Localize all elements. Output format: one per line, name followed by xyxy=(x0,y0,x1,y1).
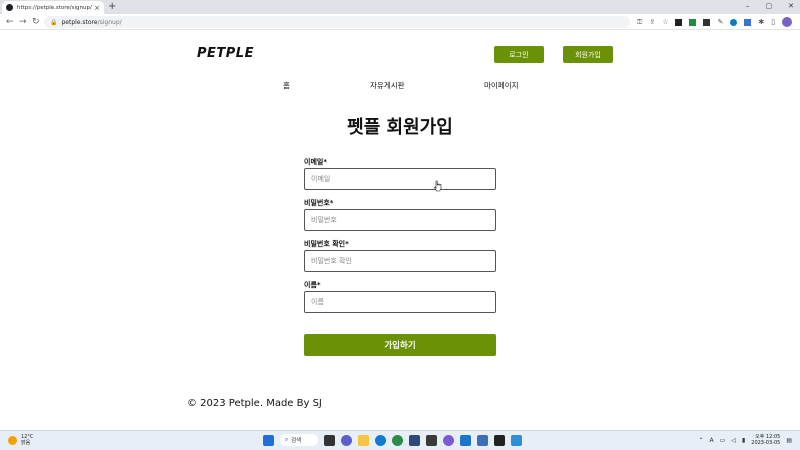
extension-icon[interactable] xyxy=(744,18,752,26)
weather-widget[interactable]: 12°C 맑음 xyxy=(8,434,33,446)
browser-tab[interactable]: https://petple.store/signup/ × xyxy=(2,1,104,14)
taskbar-search-label: 검색 xyxy=(291,438,302,444)
name-label: 이름* xyxy=(304,281,321,289)
site-logo[interactable]: PETPLE xyxy=(197,46,254,61)
key-icon[interactable]: ⚿ xyxy=(637,16,642,28)
browser-toolbar: ← → ↻ 🔒 petple.store/signup/ ⚿ ⇪ ☆ ✎ ✱ ▯… xyxy=(0,14,800,30)
page-title: 펫플 회원가입 xyxy=(347,117,453,138)
notification-icon[interactable]: ▤ xyxy=(786,437,792,444)
nav-home[interactable]: 홈 xyxy=(283,80,290,91)
store-icon[interactable] xyxy=(409,434,420,446)
messenger-icon[interactable] xyxy=(443,434,454,446)
extensions-bar: ⚿ ⇪ ☆ ✎ ✱ ▯ ⋮ xyxy=(637,16,800,28)
profile-avatar[interactable] xyxy=(782,17,793,27)
nav-free-board[interactable]: 자유게시판 xyxy=(370,80,405,91)
forward-icon[interactable]: → xyxy=(19,15,27,29)
volume-icon[interactable]: ◁ xyxy=(731,437,736,444)
lock-icon: 🔒 xyxy=(50,18,58,26)
back-icon[interactable]: ← xyxy=(6,15,14,29)
close-window-button[interactable]: ✕ xyxy=(788,0,794,13)
extension-icon[interactable] xyxy=(675,18,683,26)
app-icon[interactable] xyxy=(426,434,437,446)
submit-signup-button[interactable]: 가입하기 xyxy=(304,334,496,356)
minimize-button[interactable]: – xyxy=(746,0,750,13)
tab-title: https://petple.store/signup/ xyxy=(17,4,92,11)
os-taskbar: 12°C 맑음 ⌕ 검색 ⌃ A ▭ ◁ ▮ 오후 12:05 2023-03-… xyxy=(0,430,800,450)
bookmark-star-icon[interactable]: ☆ xyxy=(662,16,668,28)
extension-icon[interactable] xyxy=(703,18,711,26)
eyedropper-icon[interactable]: ✎ xyxy=(717,16,723,28)
terminal-icon[interactable] xyxy=(494,434,505,446)
edge-icon[interactable] xyxy=(375,434,386,446)
battery-icon[interactable]: ▮ xyxy=(742,437,745,444)
site-favicon-icon xyxy=(6,4,13,11)
clock-date: 2023-03-05 xyxy=(751,440,781,446)
maximize-button[interactable]: ▢ xyxy=(766,0,773,13)
signup-button[interactable]: 회원가입 xyxy=(563,46,613,63)
windows-start-icon[interactable] xyxy=(263,434,274,446)
chat-icon[interactable] xyxy=(341,434,352,446)
nav-mypage[interactable]: 마이페이지 xyxy=(484,80,519,91)
email-input[interactable] xyxy=(304,168,496,190)
password-label: 비밀번호* xyxy=(304,199,334,207)
chevron-up-icon[interactable]: ⌃ xyxy=(699,437,704,444)
extension-icon[interactable] xyxy=(689,18,697,26)
email-label: 이메일* xyxy=(304,158,327,166)
address-bar[interactable]: 🔒 petple.store/signup/ xyxy=(44,16,630,28)
browser-tab-strip: https://petple.store/signup/ × + – ▢ ✕ xyxy=(0,0,800,14)
taskbar-search[interactable]: ⌕ 검색 xyxy=(280,434,318,446)
app-icon[interactable] xyxy=(477,434,488,446)
vscode-icon[interactable] xyxy=(460,434,471,446)
puzzle-icon[interactable]: ✱ xyxy=(758,16,764,28)
file-explorer-icon[interactable] xyxy=(358,434,369,446)
system-clock[interactable]: 오후 12:05 2023-03-05 xyxy=(751,434,780,446)
extension-icon[interactable] xyxy=(730,18,738,26)
password-confirm-input[interactable] xyxy=(304,250,496,272)
system-tray: ⌃ A ▭ ◁ ▮ 오후 12:05 2023-03-05 ▤ xyxy=(699,434,792,446)
sidebar-icon[interactable]: ▯ xyxy=(771,16,775,28)
hand-cursor-icon xyxy=(434,180,442,192)
reload-icon[interactable]: ↻ xyxy=(32,15,40,29)
app-icon[interactable] xyxy=(511,434,522,446)
login-button[interactable]: 로그인 xyxy=(494,46,544,63)
address-url: petple.store/signup/ xyxy=(61,18,122,26)
search-icon: ⌕ xyxy=(285,436,289,443)
weather-desc: 맑음 xyxy=(21,440,31,446)
tab-close-icon[interactable]: × xyxy=(94,4,100,12)
password-confirm-label: 비밀번호 확인* xyxy=(304,240,349,248)
name-input[interactable] xyxy=(304,291,496,313)
window-controls: – ▢ ✕ xyxy=(746,0,794,13)
ime-icon[interactable]: A xyxy=(710,437,714,444)
share-icon[interactable]: ⇪ xyxy=(649,16,655,28)
taskbar-apps: ⌕ 검색 xyxy=(263,434,522,446)
footer-copyright: © 2023 Petple. Made By SJ xyxy=(187,398,322,409)
task-view-icon[interactable] xyxy=(324,434,335,446)
password-input[interactable] xyxy=(304,209,496,231)
display-icon[interactable]: ▭ xyxy=(720,437,726,444)
sun-icon xyxy=(8,435,17,445)
new-tab-button[interactable]: + xyxy=(108,1,116,13)
chrome-icon[interactable] xyxy=(392,434,403,446)
